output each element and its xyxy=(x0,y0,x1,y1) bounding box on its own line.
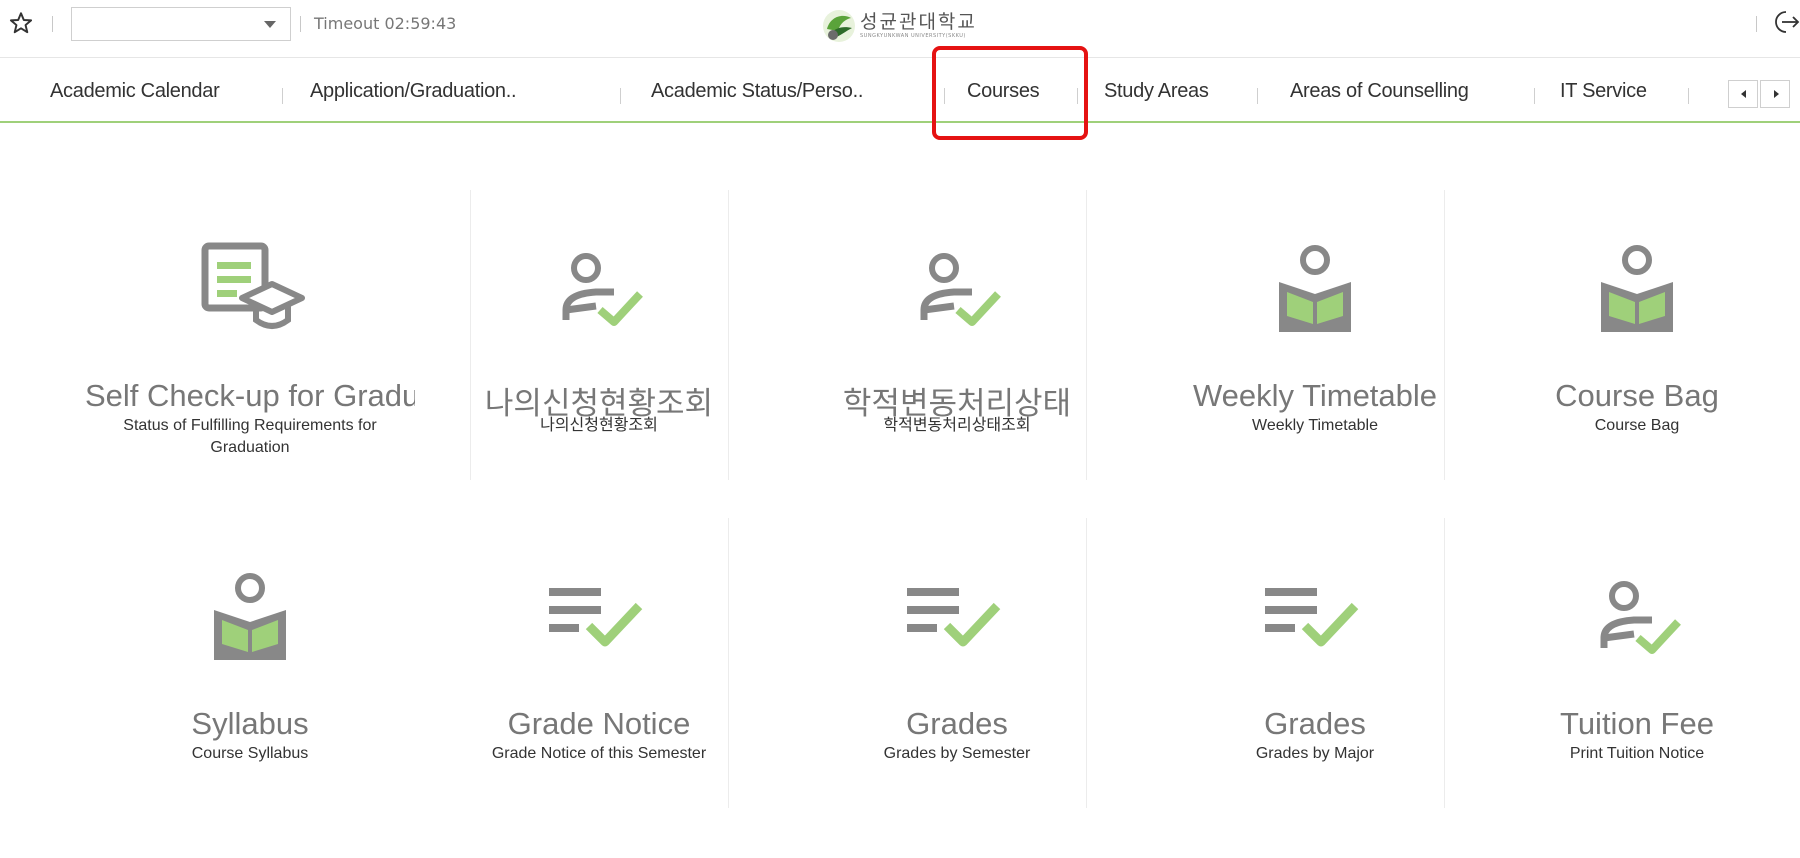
person-book-icon xyxy=(1601,245,1673,332)
nav-divider xyxy=(1534,88,1535,104)
nav-divider xyxy=(1688,88,1689,104)
tile-subtitle: Grades by Semester xyxy=(883,745,1031,762)
tile-title: Syllabus xyxy=(191,706,309,741)
nav-scroll-left-button[interactable] xyxy=(1728,80,1758,108)
tile-title: Weekly Timetable xyxy=(1192,378,1438,413)
tile-grade-notice[interactable]: Grade Notice Grade Notice of this Semest… xyxy=(474,548,724,838)
tile-tuition-fee[interactable]: Tuition Fee Print Tuition Notice xyxy=(1512,548,1762,838)
list-check-icon xyxy=(549,588,643,647)
tile-grades-by-semester[interactable]: Grades Grades by Semester xyxy=(832,548,1082,838)
nav-divider xyxy=(282,88,283,104)
tile-subtitle: Weekly Timetable xyxy=(1252,417,1378,434)
tile-self-check-graduation[interactable]: Self Check-up for Graduation Status of F… xyxy=(85,220,415,510)
tile-subtitle: Course Bag xyxy=(1594,417,1680,434)
caret-left-icon xyxy=(1741,90,1746,98)
main-nav: Academic Calendar Application/Graduation… xyxy=(0,58,1800,123)
caret-right-icon xyxy=(1774,90,1779,98)
chevron-down-icon xyxy=(264,21,276,28)
divider xyxy=(52,16,53,32)
top-bar: Timeout 02:59:43 성균관대학교 SUNGKYUNKWAN UNI… xyxy=(0,0,1800,58)
person-check-icon xyxy=(562,253,643,326)
nav-academic-calendar[interactable]: Academic Calendar xyxy=(50,80,220,103)
list-check-icon xyxy=(1265,588,1359,647)
nav-academic-status[interactable]: Academic Status/Perso.. xyxy=(651,80,863,103)
university-emblem-icon xyxy=(823,10,855,42)
university-logo[interactable]: 성균관대학교 SUNGKYUNKWAN UNIVERSITY(SKKU) xyxy=(822,4,977,48)
star-icon[interactable] xyxy=(8,10,34,36)
person-book-icon xyxy=(214,573,286,660)
nav-divider xyxy=(620,88,621,104)
tile-subtitle: 학적변동처리상태조회 xyxy=(883,417,1031,434)
tile-weekly-timetable[interactable]: Weekly Timetable Weekly Timetable xyxy=(1190,220,1440,510)
divider xyxy=(300,16,301,32)
menu-select[interactable] xyxy=(71,7,291,41)
tile-subtitle: Grade Notice of this Semester xyxy=(491,745,707,762)
courses-highlight-box xyxy=(932,46,1088,140)
tile-title: Course Bag xyxy=(1555,378,1719,413)
tile-title: Self Check-up for Graduation xyxy=(85,378,415,413)
divider xyxy=(1756,16,1757,32)
tile-title: Grades xyxy=(1264,706,1366,741)
logout-icon[interactable] xyxy=(1772,8,1800,36)
nav-areas-of-counselling[interactable]: Areas of Counselling xyxy=(1290,80,1469,103)
document-graduation-cap-icon xyxy=(201,242,305,329)
tile-subtitle: Grades by Major xyxy=(1255,745,1375,762)
logo-english-text: SUNGKYUNKWAN UNIVERSITY(SKKU) xyxy=(860,33,966,39)
tile-grades-by-major[interactable]: Grades Grades by Major xyxy=(1190,548,1440,838)
list-check-icon xyxy=(907,588,1001,647)
tile-subtitle: Print Tuition Notice xyxy=(1569,745,1705,762)
tile-syllabus[interactable]: Syllabus Course Syllabus xyxy=(125,548,375,838)
tile-subtitle: 나의신청현황조회 xyxy=(540,417,658,434)
tile-my-applications[interactable]: 나의신청현황조회 나의신청현황조회 xyxy=(474,220,724,510)
tile-status-change[interactable]: 학적변동처리상태 학적변동처리상태조회 xyxy=(832,220,1082,510)
person-check-icon xyxy=(1600,581,1681,654)
nav-it-service[interactable]: IT Service xyxy=(1560,80,1647,103)
tile-course-bag[interactable]: Course Bag Course Bag xyxy=(1512,220,1762,510)
person-book-icon xyxy=(1279,245,1351,332)
nav-scroll-right-button[interactable] xyxy=(1760,80,1790,108)
tile-subtitle: Course Syllabus xyxy=(191,745,309,762)
session-timeout: Timeout 02:59:43 xyxy=(314,14,457,33)
tile-subtitle: Status of Fulfilling Requirements for Gr… xyxy=(123,417,377,456)
tile-title: Grade Notice xyxy=(507,706,691,741)
nav-study-areas[interactable]: Study Areas xyxy=(1104,80,1209,103)
person-check-icon xyxy=(920,253,1001,326)
nav-application-graduation[interactable]: Application/Graduation.. xyxy=(310,80,517,103)
logo-korean-text: 성균관대학교 xyxy=(860,11,977,33)
nav-divider xyxy=(1257,88,1258,104)
tile-title: Grades xyxy=(906,706,1008,741)
tile-title: Tuition Fee xyxy=(1560,706,1714,741)
